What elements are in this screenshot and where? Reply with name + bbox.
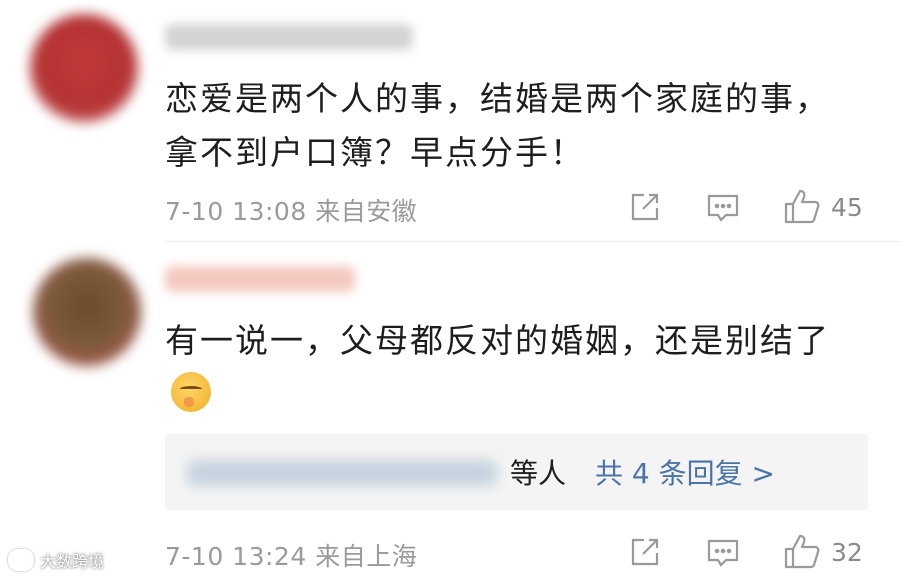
comment-meta: 7-10 13:24 来自上海 bbox=[165, 537, 417, 573]
comment-meta: 7-10 13:08 来自安徽 bbox=[165, 192, 417, 228]
username-blurred[interactable] bbox=[165, 24, 413, 50]
like-count: 32 bbox=[831, 537, 863, 567]
reply-button[interactable] bbox=[706, 190, 740, 224]
watermark-text: 大数跨境 bbox=[40, 552, 105, 571]
comment-location: 来自安徽 bbox=[315, 197, 418, 226]
reply-users-blurred bbox=[187, 460, 497, 486]
comment-text: 有一说一，父母都反对的婚姻，还是别结了 bbox=[165, 314, 855, 422]
comment-text: 恋爱是两个人的事，结婚是两个家庭的事，拿不到户口簿？早点分手！ bbox=[165, 79, 830, 172]
divider bbox=[165, 241, 900, 242]
like-count: 45 bbox=[831, 192, 863, 222]
like-button[interactable]: 45 bbox=[783, 188, 863, 226]
share-button[interactable] bbox=[628, 190, 662, 224]
watermark: 大数跨境 bbox=[8, 548, 104, 572]
comment-location: 来自上海 bbox=[315, 542, 418, 571]
share-icon bbox=[631, 538, 659, 566]
comment-feed: 恋爱是两个人的事，结婚是两个家庭的事，拿不到户口簿？早点分手！ 7-10 13:… bbox=[0, 0, 900, 577]
thumbs-up-icon bbox=[784, 189, 820, 224]
avatar[interactable] bbox=[30, 14, 138, 122]
comment-time: 7-10 13:08 bbox=[165, 197, 307, 226]
share-icon bbox=[631, 193, 659, 221]
reply-button[interactable] bbox=[706, 535, 740, 569]
shushing-face-emoji bbox=[171, 372, 211, 412]
like-button[interactable]: 32 bbox=[783, 533, 863, 571]
comment-body: 有一说一，父母都反对的婚姻，还是别结了 bbox=[165, 321, 830, 360]
comment-icon bbox=[707, 194, 739, 222]
thumbs-up-icon bbox=[784, 534, 820, 569]
username-blurred[interactable] bbox=[165, 266, 355, 292]
replies-preview[interactable]: 等人 共 4 条回复 > bbox=[165, 434, 868, 510]
replies-etc-label: 等人 bbox=[510, 457, 567, 490]
comment-time: 7-10 13:24 bbox=[165, 542, 307, 571]
view-replies-link[interactable]: 共 4 条回复 > bbox=[595, 452, 775, 492]
comment-icon bbox=[707, 539, 739, 567]
watermark-logo-icon bbox=[8, 549, 34, 571]
avatar[interactable] bbox=[33, 258, 141, 366]
share-button[interactable] bbox=[628, 535, 662, 569]
